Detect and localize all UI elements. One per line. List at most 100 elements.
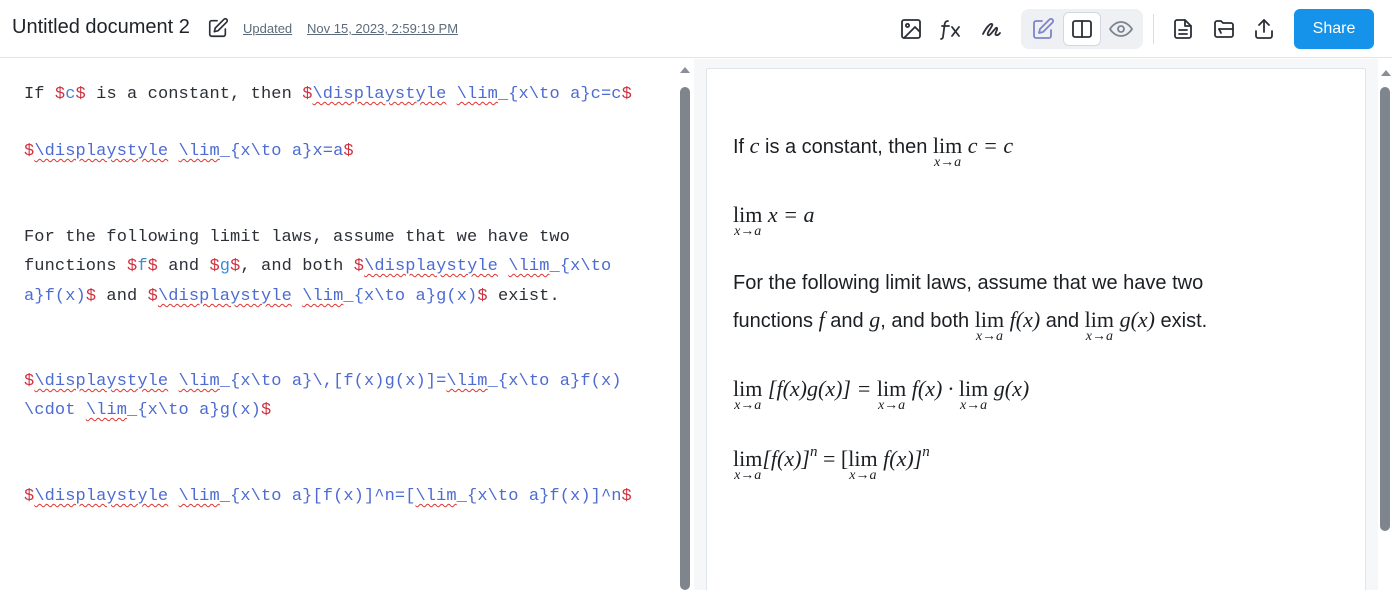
scroll-up-arrow-icon[interactable] bbox=[680, 67, 690, 73]
latex-math: _{x\to a}c=c bbox=[497, 85, 622, 104]
markdown-editor[interactable]: If $c$ is a constant, then $\displaystyl… bbox=[0, 59, 676, 590]
updated-label[interactable]: Updated bbox=[243, 21, 292, 36]
updated-date-link[interactable]: Nov 15, 2023, 2:59:19 PM bbox=[307, 21, 458, 36]
editor-text bbox=[168, 142, 178, 161]
editor-text: and bbox=[157, 257, 210, 276]
top-toolbar: Untitled document 2 Updated Nov 15, 2023… bbox=[0, 0, 1392, 58]
editor-text: For the following limit laws, assume tha… bbox=[24, 228, 570, 247]
latex-command: \lim bbox=[415, 487, 457, 506]
latex-command: \displaystyle bbox=[364, 257, 498, 276]
math-delimiter: $ bbox=[85, 287, 97, 306]
split-view-button[interactable] bbox=[1063, 12, 1101, 46]
editor-text: and bbox=[96, 287, 148, 306]
latex-command: \lim bbox=[456, 85, 498, 104]
latex-command: \displaystyle bbox=[312, 85, 447, 104]
preview-scroll-up-arrow-icon[interactable] bbox=[1381, 70, 1391, 76]
math-delimiter: $ bbox=[209, 257, 220, 276]
latex-command: \lim bbox=[508, 257, 550, 276]
latex-command: \lim bbox=[178, 142, 220, 161]
math-delimiter: $ bbox=[24, 372, 35, 391]
latex-math: \cdot bbox=[24, 401, 86, 420]
latex-math: _{x\to bbox=[549, 257, 612, 276]
editor-text bbox=[446, 85, 456, 104]
latex-command: \displaystyle bbox=[34, 372, 169, 391]
preview-line-3: For the following limit laws, assume tha… bbox=[733, 272, 1204, 294]
formula-icon bbox=[940, 20, 960, 40]
signature-icon bbox=[982, 23, 1001, 37]
math-delimiter: $ bbox=[353, 257, 365, 276]
latex-command: \displaystyle bbox=[157, 287, 292, 306]
document-button[interactable] bbox=[1165, 12, 1201, 46]
preview-mode-button[interactable] bbox=[1102, 12, 1140, 46]
view-mode-group bbox=[1021, 9, 1143, 49]
editor-text bbox=[498, 257, 508, 276]
latex-command: \lim bbox=[302, 287, 344, 306]
latex-math: _{x\to a}f(x)]^n bbox=[456, 487, 622, 506]
insert-formula-button[interactable] bbox=[933, 12, 969, 46]
editor-line[interactable]: $\displaystyle \lim_{x\to a}\,[f(x)g(x)]… bbox=[24, 372, 622, 391]
math-delimiter: $ bbox=[621, 85, 632, 104]
latex-command: \displaystyle bbox=[34, 142, 169, 161]
upload-icon bbox=[1255, 19, 1273, 39]
latex-math: _{x\to a}f(x) bbox=[487, 372, 622, 391]
editor-text: is a constant, then bbox=[85, 85, 303, 104]
latex-math: _{x\to a}g(x) bbox=[343, 287, 478, 306]
document-title[interactable]: Untitled document 2 bbox=[12, 16, 190, 39]
math-delimiter: $ bbox=[75, 85, 86, 104]
preview-line-4: functions f and g, and both lim x→a f(x) … bbox=[733, 307, 1208, 344]
math-delimiter: $ bbox=[230, 257, 241, 276]
math-delimiter: $ bbox=[24, 142, 35, 161]
editor-text bbox=[168, 487, 178, 506]
math-delimiter: $ bbox=[621, 487, 632, 506]
edit-title-button[interactable] bbox=[206, 16, 230, 40]
image-icon bbox=[901, 19, 921, 39]
math-delimiter: $ bbox=[24, 487, 35, 506]
preview-scroll-thumb[interactable] bbox=[1380, 87, 1390, 531]
editor-line[interactable]: If $c$ is a constant, then $\displaystyl… bbox=[24, 85, 632, 104]
math-delimiter: $ bbox=[260, 401, 272, 420]
editor-text bbox=[168, 372, 178, 391]
editor-text: exist. bbox=[487, 287, 560, 306]
latex-variable: g bbox=[219, 257, 231, 276]
upload-button[interactable] bbox=[1246, 12, 1282, 46]
latex-command: \lim bbox=[178, 372, 220, 391]
latex-variable: f bbox=[137, 257, 148, 276]
editor-line[interactable]: \cdot \lim_{x\to a}g(x)$ bbox=[24, 401, 271, 420]
editor-line[interactable]: a}f(x)$ and $\displaystyle \lim_{x\to a}… bbox=[24, 287, 560, 306]
latex-math: _{x\to a}[f(x)]^n=[ bbox=[219, 487, 416, 506]
rendered-preview: If c is a constant, then lim x→a c = c li… bbox=[706, 68, 1366, 590]
editor-scroll-thumb[interactable] bbox=[680, 87, 690, 590]
document-icon bbox=[1174, 19, 1192, 39]
preview-line-6: lim x→a [f(x)]n = [lim x→a f(x)]n bbox=[733, 444, 930, 483]
latex-math: _{x\to a}x=a bbox=[219, 142, 344, 161]
latex-command: \lim bbox=[85, 401, 128, 420]
editor-text: If bbox=[24, 85, 55, 104]
split-view-icon bbox=[1072, 20, 1092, 38]
latex-variable: c bbox=[65, 85, 76, 104]
preview-line-2: lim x→a x = a bbox=[733, 202, 815, 239]
math-delimiter: $ bbox=[54, 85, 66, 104]
editor-line[interactable]: $\displaystyle \lim_{x\to a}x=a$ bbox=[24, 142, 354, 161]
latex-command: \lim bbox=[178, 487, 220, 506]
signature-button[interactable] bbox=[973, 12, 1009, 46]
editor-line[interactable]: For the following limit laws, assume tha… bbox=[24, 228, 570, 247]
insert-image-button[interactable] bbox=[893, 12, 929, 46]
editor-text: functions bbox=[24, 257, 128, 276]
preview-line-5: lim x→a [f(x)g(x)] = lim x→a f(x) · lim x→a… bbox=[733, 376, 1030, 413]
latex-command: \displaystyle bbox=[34, 487, 169, 506]
editor-line[interactable]: functions $f$ and $g$, and both $\displa… bbox=[24, 257, 611, 276]
edit-mode-icon bbox=[1033, 18, 1054, 39]
latex-math: _{x\to a}g(x) bbox=[127, 401, 261, 420]
share-button[interactable]: Share bbox=[1294, 9, 1374, 49]
editor-line[interactable]: $\displaystyle \lim_{x\to a}[f(x)]^n=[\l… bbox=[24, 487, 632, 506]
latex-command: \lim bbox=[446, 372, 488, 391]
edit-mode-button[interactable] bbox=[1024, 12, 1062, 46]
math-delimiter: $ bbox=[147, 257, 158, 276]
folder-button[interactable] bbox=[1206, 12, 1242, 46]
folder-icon bbox=[1214, 20, 1234, 38]
preview-line-1: If c is a constant, then lim x→a c = c bbox=[733, 133, 1014, 170]
latex-math: _{x\to a}\,[f(x)g(x)]= bbox=[219, 372, 447, 391]
latex-math: a}f(x) bbox=[24, 287, 86, 306]
toolbar-divider bbox=[1153, 14, 1154, 44]
math-delimiter: $ bbox=[147, 287, 158, 306]
